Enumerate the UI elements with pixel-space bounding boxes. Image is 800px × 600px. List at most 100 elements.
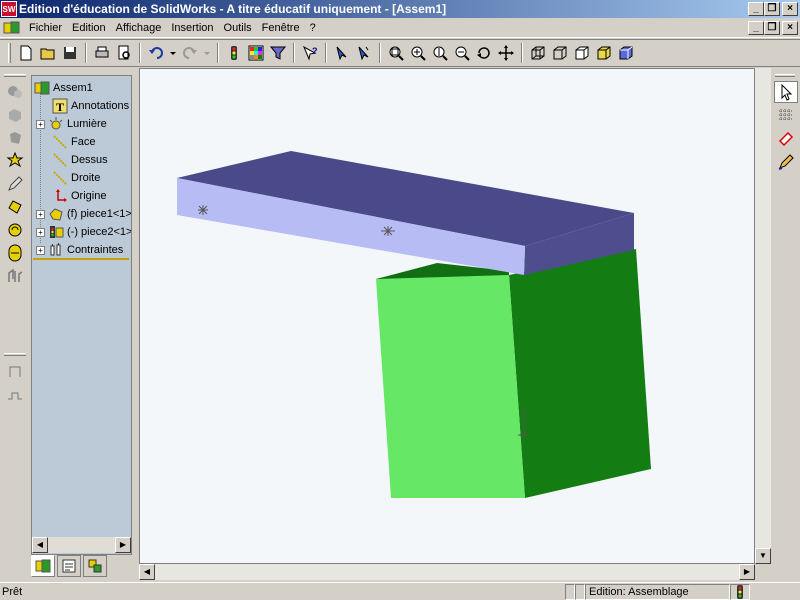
filter-button[interactable] [267, 42, 289, 64]
grid-button[interactable] [774, 104, 798, 126]
model-3d-view[interactable] [140, 69, 755, 564]
select-filter-button[interactable] [353, 42, 375, 64]
left-toolbar-grip-2[interactable] [4, 353, 26, 356]
scroll-right-button[interactable]: ▶ [739, 564, 755, 580]
rollback-bar[interactable] [33, 258, 129, 260]
block-side-face[interactable] [509, 249, 651, 498]
tree-item-face[interactable]: Face [52, 133, 95, 151]
graphics-viewport[interactable] [139, 68, 755, 564]
redo-dropdown[interactable] [201, 42, 213, 64]
save-button[interactable] [59, 42, 81, 64]
print-preview-button[interactable] [113, 42, 135, 64]
tree-item-assem1[interactable]: Assem1 [34, 79, 93, 97]
scroll-right-button[interactable]: ▶ [115, 537, 131, 553]
tree-item-piece2[interactable]: + (-) piece2<1> [36, 223, 131, 241]
tab-property-manager[interactable] [57, 555, 81, 577]
menu-fenetre[interactable]: Fenêtre [257, 22, 305, 34]
right-toolbar-grip[interactable] [775, 74, 795, 77]
redo-button[interactable] [179, 42, 201, 64]
tree-horizontal-scrollbar[interactable]: ◀ ▶ [32, 537, 131, 553]
svg-text:?: ? [312, 46, 318, 56]
status-text: Prêt [2, 585, 23, 598]
scroll-left-button[interactable]: ◀ [32, 537, 48, 553]
block-front-face[interactable] [376, 275, 525, 498]
collision-detection-button[interactable] [3, 242, 27, 264]
sketch-line-button[interactable] [3, 360, 27, 382]
hidden-lines-visible-button[interactable] [549, 42, 571, 64]
status-rebuild-indicator[interactable] [730, 583, 750, 600]
sketch-step-button[interactable] [3, 383, 27, 405]
undo-button[interactable] [145, 42, 167, 64]
smart-fasteners-button[interactable] [3, 196, 27, 218]
menu-fichier[interactable]: Fichier [24, 22, 67, 34]
hide-show-button[interactable] [3, 104, 27, 126]
expand-toggle[interactable]: + [36, 119, 45, 129]
zoom-fit-button[interactable] [385, 42, 407, 64]
zoom-selection-button[interactable] [451, 42, 473, 64]
exploded-view-button[interactable] [3, 265, 27, 287]
rotate-component-button[interactable] [3, 219, 27, 241]
viewport-vertical-scrollbar[interactable]: ▼ [755, 68, 771, 564]
pan-view-button[interactable] [495, 42, 517, 64]
zoom-area-button[interactable] [407, 42, 429, 64]
tree-item-lumiere[interactable]: + Lumière [36, 115, 107, 133]
expand-toggle[interactable]: + [36, 209, 45, 219]
print-button[interactable] [91, 42, 113, 64]
open-button[interactable] [37, 42, 59, 64]
menu-outils[interactable]: Outils [219, 22, 257, 34]
restore-button[interactable]: ❐ [764, 2, 780, 16]
tree-item-contraintes[interactable]: + Contraintes [36, 241, 123, 259]
tab-configuration-manager[interactable] [83, 555, 107, 577]
window-title: Edition d'éducation de SolidWorks - A ti… [19, 2, 447, 16]
document-menu-icon[interactable] [3, 20, 21, 36]
color-grid-icon [248, 45, 264, 61]
manager-tabs [31, 555, 132, 579]
expand-toggle[interactable]: + [36, 227, 45, 237]
pan-cross-icon [498, 45, 514, 61]
left-toolbar [0, 68, 31, 580]
doc-close-button[interactable]: × [782, 21, 798, 35]
scroll-left-button[interactable]: ◀ [139, 564, 155, 580]
undo-dropdown[interactable] [167, 42, 179, 64]
wireframe-button[interactable] [527, 42, 549, 64]
sketch-line-icon [9, 366, 21, 377]
new-document-button[interactable] [15, 42, 37, 64]
hidden-lines-removed-button[interactable] [571, 42, 593, 64]
scroll-down-button[interactable]: ▼ [755, 548, 771, 564]
tree-item-annotations[interactable]: T Annotations [52, 97, 129, 115]
left-toolbar-grip[interactable] [4, 74, 26, 77]
insert-component-button[interactable] [3, 81, 27, 103]
menu-edition[interactable]: Edition [67, 22, 111, 34]
tree-item-origine[interactable]: Origine [52, 187, 106, 205]
tab-feature-manager[interactable] [31, 555, 55, 577]
move-component-button[interactable] [3, 173, 27, 195]
doc-minimize-button[interactable]: _ [748, 21, 764, 35]
expand-toggle[interactable]: + [36, 245, 45, 255]
zoom-in-out-button[interactable] [429, 42, 451, 64]
menu-insertion[interactable]: Insertion [166, 22, 218, 34]
toolbar-separator [85, 43, 87, 63]
toolbar-grip[interactable] [8, 43, 11, 63]
mate-button[interactable] [3, 150, 27, 172]
viewport-horizontal-scrollbar[interactable]: ◀ ▶ [139, 564, 755, 580]
menu-affichage[interactable]: Affichage [111, 22, 167, 34]
tree-item-piece1[interactable]: + (f) piece1<1> [36, 205, 131, 223]
select-tool-button[interactable] [331, 42, 353, 64]
doc-restore-button[interactable]: ❐ [764, 21, 780, 35]
close-button[interactable]: × [782, 2, 798, 16]
tree-item-droite[interactable]: Droite [52, 169, 100, 187]
sketch-button[interactable] [774, 150, 798, 172]
shaded-button[interactable] [593, 42, 615, 64]
options-button[interactable] [245, 42, 267, 64]
tree-item-dessus[interactable]: Dessus [52, 151, 108, 169]
menu-help[interactable]: ? [305, 22, 321, 34]
eraser-button[interactable] [774, 127, 798, 149]
change-suppression-button[interactable] [3, 127, 27, 149]
rebuild-button[interactable] [223, 42, 245, 64]
minimize-button[interactable]: _ [748, 2, 764, 16]
help-button[interactable]: ? [299, 42, 321, 64]
shaded-edges-button[interactable] [615, 42, 637, 64]
select-button[interactable] [774, 81, 798, 103]
new-document-icon [20, 45, 32, 61]
rotate-view-button[interactable] [473, 42, 495, 64]
